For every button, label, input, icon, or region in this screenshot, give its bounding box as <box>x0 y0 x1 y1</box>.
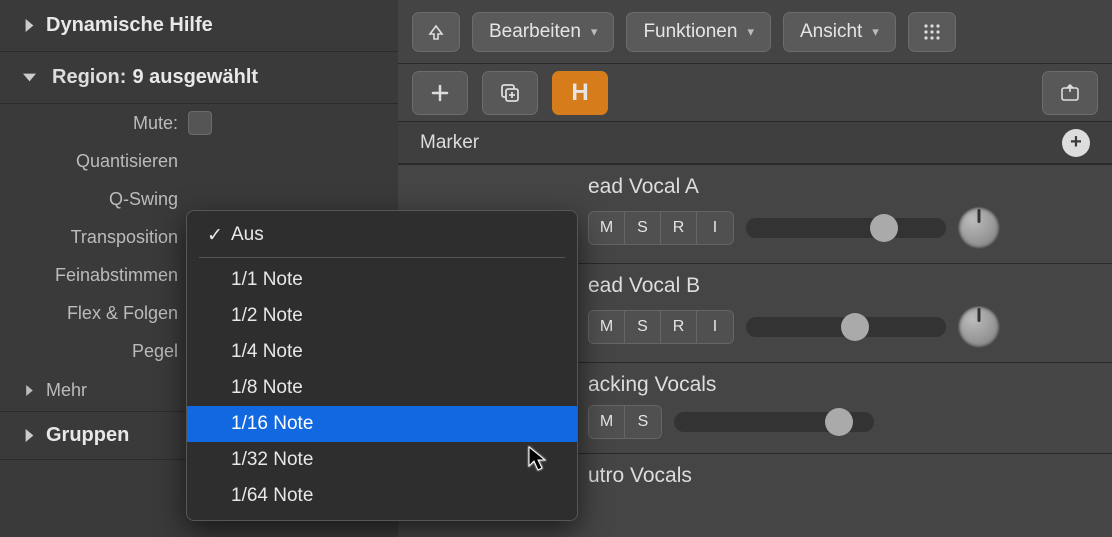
quantize-option-label: Aus <box>231 224 264 246</box>
track-name: ead Vocal B <box>588 274 1098 298</box>
dynamic-help-title: Dynamische Hilfe <box>46 14 213 37</box>
hide-button[interactable]: H <box>552 71 608 115</box>
region-label: Region: <box>52 66 126 89</box>
track-button-group: MSRI <box>588 211 734 245</box>
hide-button-label: H <box>571 79 588 107</box>
track-controls: MS <box>588 405 1098 439</box>
track-m-button[interactable]: M <box>589 311 625 343</box>
menu-separator <box>199 257 565 258</box>
transposition-label: Transposition <box>0 227 188 248</box>
chevron-right-icon <box>18 380 40 402</box>
param-quantize[interactable]: Quantisieren <box>0 142 398 180</box>
secondary-toolbar: H <box>398 64 1112 122</box>
quantize-option[interactable]: 1/1 Note <box>187 262 577 298</box>
groups-label: Gruppen <box>46 424 129 447</box>
track-controls: MSRI <box>588 207 1098 249</box>
quantize-label: Quantisieren <box>0 151 188 172</box>
volume-slider[interactable] <box>674 412 874 432</box>
chevron-down-icon: ▾ <box>591 24 598 40</box>
qswing-label: Q-Swing <box>0 189 188 210</box>
more-label: Mehr <box>46 380 87 401</box>
quantize-option-label: 1/8 Note <box>231 377 303 399</box>
chevron-down-icon: ▾ <box>747 24 754 40</box>
chevron-down-icon <box>18 67 40 89</box>
mute-label: Mute: <box>0 113 188 134</box>
quantize-option-label: 1/4 Note <box>231 341 303 363</box>
chevron-right-icon <box>18 15 40 37</box>
track-i-button[interactable]: I <box>697 212 733 244</box>
up-arrow-button[interactable] <box>412 12 460 52</box>
quantize-option[interactable]: 1/2 Note <box>187 298 577 334</box>
track-m-button[interactable]: M <box>589 212 625 244</box>
track-name: ead Vocal A <box>588 175 1098 199</box>
quantize-option[interactable]: 1/32 Note <box>187 442 577 478</box>
quantize-option-label: 1/1 Note <box>231 269 303 291</box>
quantize-option[interactable]: 1/4 Note <box>187 334 577 370</box>
track-s-button[interactable]: S <box>625 212 661 244</box>
marker-label: Marker <box>420 132 479 154</box>
slider-thumb[interactable] <box>825 408 853 436</box>
top-toolbar: Bearbeiten ▾ Funktionen ▾ Ansicht ▾ <box>398 0 1112 64</box>
functions-menu-label: Funktionen <box>643 21 737 43</box>
mute-checkbox[interactable] <box>188 111 212 135</box>
track-button-group: MSRI <box>588 310 734 344</box>
track-controls: MSRI <box>588 306 1098 348</box>
view-menu-button[interactable]: Ansicht ▾ <box>783 12 896 52</box>
dynamic-help-row[interactable]: Dynamische Hilfe <box>0 0 398 52</box>
volume-slider[interactable] <box>746 317 946 337</box>
quantize-option-off[interactable]: ✓Aus <box>187 217 577 253</box>
chevron-down-icon: ▾ <box>872 24 879 40</box>
add-track-button[interactable] <box>412 71 468 115</box>
view-menu-label: Ansicht <box>800 21 862 43</box>
track-m-button[interactable]: M <box>589 406 625 438</box>
track-name: acking Vocals <box>588 373 1098 397</box>
volume-slider[interactable] <box>746 218 946 238</box>
chevron-right-icon <box>18 425 40 447</box>
level-label: Pegel <box>0 341 188 362</box>
track-button-group: MS <box>588 405 662 439</box>
region-value: 9 ausgewählt <box>132 66 258 89</box>
edit-menu-label: Bearbeiten <box>489 21 581 43</box>
quantize-option-label: 1/2 Note <box>231 305 303 327</box>
quantize-option[interactable]: 1/16 Note <box>187 406 577 442</box>
slider-thumb[interactable] <box>841 313 869 341</box>
track-name: utro Vocals <box>588 464 1098 488</box>
track-r-button[interactable]: R <box>661 311 697 343</box>
quantize-menu[interactable]: ✓Aus 1/1 Note 1/2 Note 1/4 Note 1/8 Note 1/16… <box>186 210 578 521</box>
grid-button[interactable] <box>908 12 956 52</box>
checkmark-icon: ✓ <box>207 224 231 247</box>
quantize-option[interactable]: 1/8 Note <box>187 370 577 406</box>
quantize-option[interactable]: 1/64 Note <box>187 478 577 514</box>
flex-label: Flex & Folgen <box>0 303 188 324</box>
quantize-option-label: 1/32 Note <box>231 449 313 471</box>
edit-menu-button[interactable]: Bearbeiten ▾ <box>472 12 614 52</box>
functions-menu-button[interactable]: Funktionen ▾ <box>626 12 771 52</box>
finetune-label: Feinabstimmen <box>0 265 188 286</box>
region-row[interactable]: Region: 9 ausgewählt <box>0 52 398 104</box>
pan-knob[interactable] <box>958 207 1000 249</box>
track-s-button[interactable]: S <box>625 311 661 343</box>
slider-thumb[interactable] <box>870 214 898 242</box>
duplicate-button[interactable] <box>482 71 538 115</box>
global-tracks-button[interactable] <box>1042 71 1098 115</box>
param-mute: Mute: <box>0 104 398 142</box>
marker-row: Marker + <box>398 122 1112 164</box>
track-s-button[interactable]: S <box>625 406 661 438</box>
quantize-option-label: 1/64 Note <box>231 485 313 507</box>
quantize-option-label: 1/16 Note <box>231 413 313 435</box>
pan-knob[interactable] <box>958 306 1000 348</box>
add-marker-button[interactable]: + <box>1062 129 1090 157</box>
track-r-button[interactable]: R <box>661 212 697 244</box>
track-i-button[interactable]: I <box>697 311 733 343</box>
